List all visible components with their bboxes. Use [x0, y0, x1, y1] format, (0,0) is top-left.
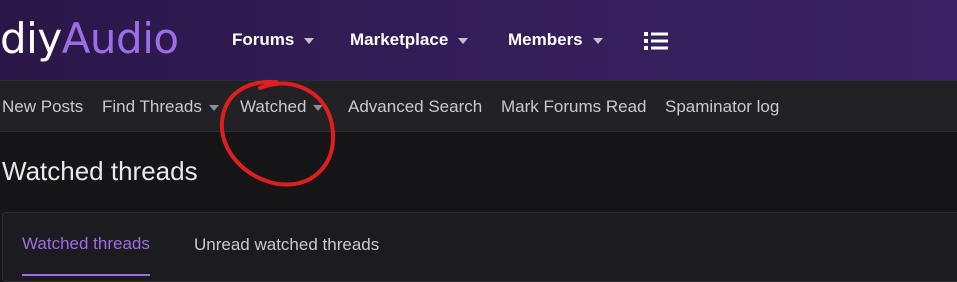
- subnav-spaminator-log[interactable]: Spaminator log: [665, 81, 779, 133]
- nav-marketplace-label: Marketplace: [350, 30, 449, 49]
- chevron-down-icon[interactable]: [458, 37, 469, 44]
- sub-nav: New Posts Find Threads Watched Advanced …: [0, 80, 957, 132]
- logo-text-audio: Audio: [61, 14, 179, 63]
- subnav-spaminator-log-label: Spaminator log: [665, 97, 780, 116]
- page-title: Watched threads: [2, 156, 198, 186]
- subnav-new-posts-label: New Posts: [2, 97, 84, 116]
- list-icon[interactable]: [643, 31, 669, 51]
- tab-unread-watched-threads-label: Unread watched threads: [194, 234, 380, 254]
- tabs-container: Watched threads Unread watched threads: [2, 212, 957, 282]
- subnav-advanced-search[interactable]: Advanced Search: [348, 81, 482, 133]
- nav-members-label: Members: [508, 30, 583, 49]
- subnav-watched[interactable]: Watched: [240, 81, 324, 133]
- nav-marketplace[interactable]: Marketplace: [350, 0, 469, 80]
- chevron-down-icon[interactable]: [313, 104, 324, 111]
- tab-watched-threads-label: Watched threads: [22, 233, 150, 253]
- subnav-watched-label: Watched: [240, 97, 307, 116]
- tab-watched-threads[interactable]: Watched threads: [22, 213, 150, 276]
- nav-members[interactable]: Members: [508, 0, 603, 80]
- subnav-mark-forums-read-label: Mark Forums Read: [501, 97, 647, 116]
- subnav-advanced-search-label: Advanced Search: [348, 97, 483, 116]
- tab-unread-watched-threads[interactable]: Unread watched threads: [194, 213, 379, 276]
- nav-forums-label: Forums: [232, 30, 295, 49]
- subnav-find-threads-label: Find Threads: [102, 97, 202, 116]
- nav-forums[interactable]: Forums: [232, 0, 315, 80]
- subnav-mark-forums-read[interactable]: Mark Forums Read: [501, 81, 646, 133]
- chevron-down-icon[interactable]: [304, 37, 315, 44]
- site-logo[interactable]: diyAudio: [0, 13, 179, 65]
- subnav-find-threads[interactable]: Find Threads: [102, 81, 219, 133]
- logo-text-diy: diy: [0, 14, 62, 63]
- site-header: diyAudio Forums Marketplace Members: [0, 0, 957, 80]
- chevron-down-icon[interactable]: [208, 104, 219, 111]
- subnav-new-posts[interactable]: New Posts: [2, 81, 83, 133]
- chevron-down-icon[interactable]: [592, 37, 603, 44]
